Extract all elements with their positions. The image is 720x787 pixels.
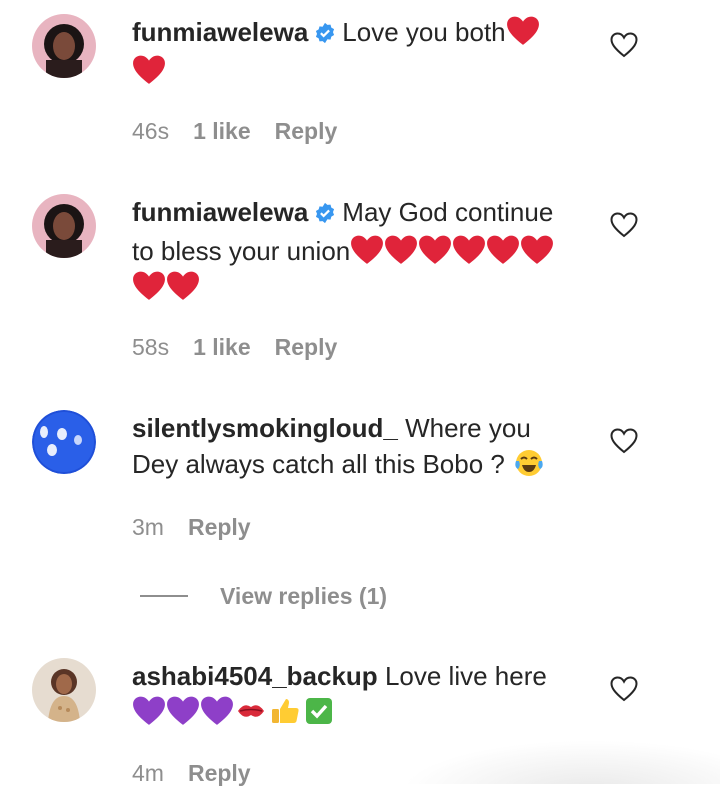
- red-heart-emoji: [350, 234, 384, 266]
- emoji-row: [350, 234, 554, 266]
- purple-heart-emoji: [200, 695, 234, 727]
- comment-text: May God continue: [342, 197, 554, 227]
- comment-username[interactable]: funmiawelewa: [132, 17, 308, 47]
- verified-badge-icon: [314, 17, 336, 53]
- purple-heart-emoji: [132, 695, 166, 727]
- comment-text: Love you both: [342, 17, 506, 47]
- avatar[interactable]: [32, 14, 96, 78]
- heart-outline-icon[interactable]: [610, 32, 638, 58]
- heart-outline-icon[interactable]: [610, 428, 638, 454]
- red-heart-emoji: [384, 234, 418, 266]
- red-heart-emoji: [520, 234, 554, 266]
- divider-line: [140, 595, 188, 597]
- tears-of-joy-emoji: [512, 447, 546, 479]
- reply-button[interactable]: Reply: [275, 118, 338, 145]
- view-replies-button[interactable]: View replies (1): [140, 580, 387, 612]
- comment-time: 4m: [132, 760, 164, 786]
- red-heart-emoji: [132, 270, 166, 302]
- comment-username[interactable]: silentlysmokingloud_: [132, 413, 398, 443]
- thumbs-up-emoji: [268, 695, 302, 727]
- red-heart-emoji: [506, 15, 540, 47]
- kiss-mark-emoji: [234, 695, 268, 727]
- heart-outline-icon[interactable]: [610, 212, 638, 238]
- comment-username[interactable]: funmiawelewa: [132, 197, 308, 227]
- comment-text-line2: to bless your union: [132, 236, 351, 266]
- emoji-row: [132, 270, 200, 302]
- emoji-row: [132, 695, 336, 727]
- comment-text-line2: Dey always catch all this Bobo ?: [132, 449, 505, 479]
- view-replies-label: View replies (1): [220, 582, 388, 609]
- red-heart-emoji: [486, 234, 520, 266]
- reply-button[interactable]: Reply: [275, 334, 338, 361]
- comment-time: 3m: [132, 514, 164, 540]
- comment-time: 46s: [132, 118, 170, 144]
- comment-username[interactable]: ashabi4504_backup: [132, 661, 378, 691]
- bottom-fade-overlay: [400, 740, 720, 784]
- comment-text: Where you: [405, 413, 531, 443]
- red-heart-emoji: [132, 54, 166, 86]
- like-count[interactable]: 1 like: [193, 118, 251, 145]
- red-heart-emoji: [166, 270, 200, 302]
- reply-button[interactable]: Reply: [188, 760, 251, 787]
- heart-outline-icon[interactable]: [610, 676, 638, 702]
- avatar[interactable]: [32, 410, 96, 474]
- avatar[interactable]: [32, 194, 96, 258]
- verified-badge-icon: [314, 197, 336, 233]
- purple-heart-emoji: [166, 695, 200, 727]
- avatar[interactable]: [32, 658, 96, 722]
- reply-button[interactable]: Reply: [188, 514, 251, 541]
- comment-text: Love live here: [384, 661, 547, 691]
- comment-time: 58s: [132, 334, 170, 360]
- red-heart-emoji: [418, 234, 452, 266]
- red-heart-emoji: [452, 234, 486, 266]
- check-mark-button-emoji: [302, 695, 336, 727]
- like-count[interactable]: 1 like: [193, 334, 251, 361]
